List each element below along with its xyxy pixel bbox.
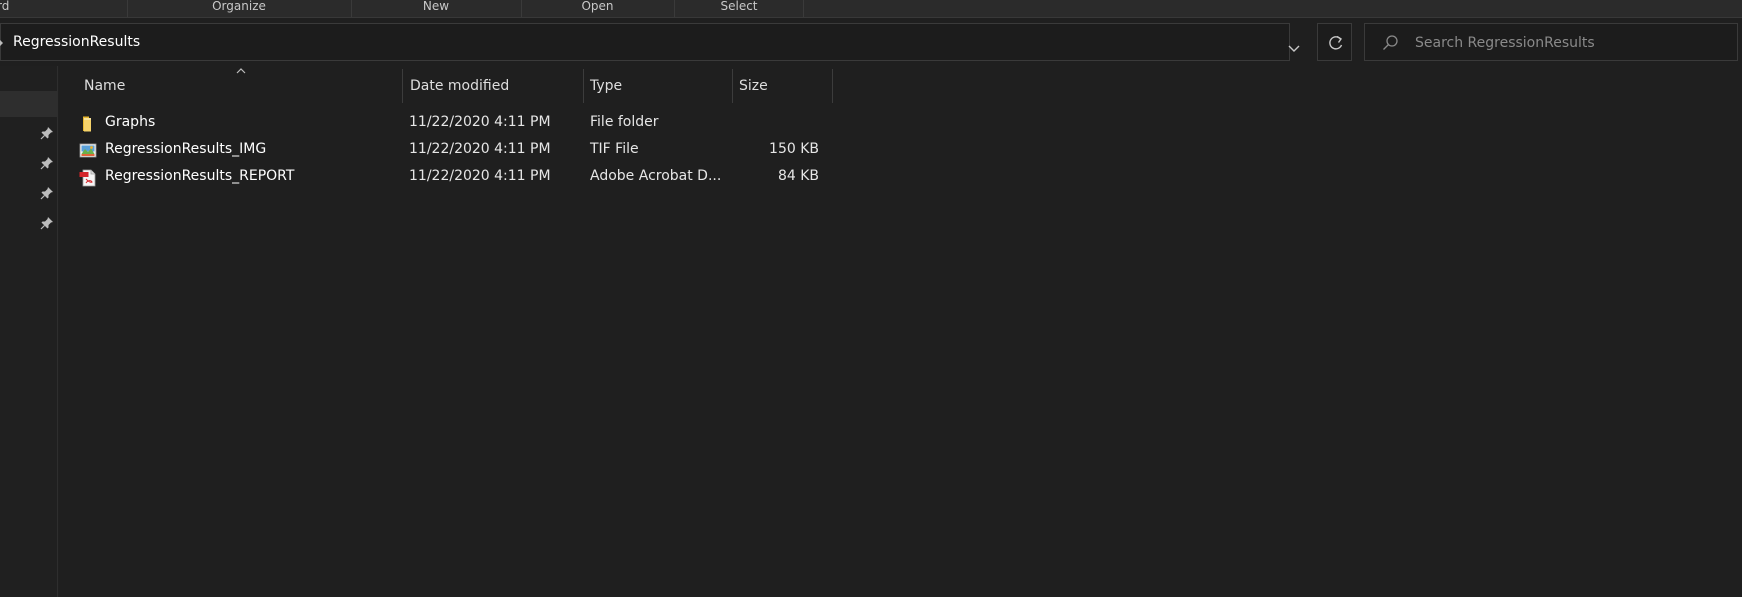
nav-selected-item[interactable] xyxy=(0,91,57,117)
ribbon-divider xyxy=(803,0,804,17)
ribbon-group-organize-label: Organize xyxy=(212,0,266,13)
address-history-dropdown-button[interactable] xyxy=(1280,29,1308,67)
refresh-icon xyxy=(1329,35,1343,50)
file-type: TIF File xyxy=(590,141,639,157)
search-box[interactable]: Search RegressionResults xyxy=(1364,23,1738,61)
pin-icon xyxy=(40,157,53,170)
column-divider[interactable] xyxy=(402,69,403,103)
pin-icon xyxy=(40,217,53,230)
navigation-pane[interactable] xyxy=(0,66,58,597)
file-size: 150 KB xyxy=(769,141,819,157)
file-size: 84 KB xyxy=(777,168,819,184)
file-row-regressionresults-report[interactable]: RegressionResults_REPORT 11/22/2020 4:11… xyxy=(79,164,879,191)
pin-icon xyxy=(40,127,53,140)
address-bar-row: RegressionResults Search RegressionResul… xyxy=(0,18,1742,66)
folder-icon xyxy=(83,116,91,132)
pdf-file-icon xyxy=(79,169,96,187)
address-bar[interactable]: RegressionResults xyxy=(0,23,1300,61)
ribbon-group-labels: rd Organize New Open Select xyxy=(0,0,1742,17)
ribbon-group-clipboard-label: rd xyxy=(0,0,10,13)
file-type: Adobe Acrobat D... xyxy=(590,168,722,184)
column-header-size[interactable]: Size xyxy=(739,71,829,101)
column-divider[interactable] xyxy=(732,69,733,103)
column-header-type[interactable]: Type xyxy=(590,71,730,101)
file-list[interactable]: Name Date modified Type Size Graphs 11/2… xyxy=(59,66,1742,597)
search-icon xyxy=(1383,35,1398,50)
breadcrumb-arrow-icon[interactable] xyxy=(0,39,3,47)
chevron-down-icon xyxy=(1288,45,1300,52)
ribbon-group-new-label: New xyxy=(422,0,450,13)
file-row-regressionresults-img[interactable]: RegressionResults_IMG 11/22/2020 4:11 PM… xyxy=(79,137,879,164)
breadcrumb-current-folder[interactable]: RegressionResults xyxy=(13,34,140,50)
file-row-graphs[interactable]: Graphs 11/22/2020 4:11 PM File folder xyxy=(79,110,879,137)
file-type: File folder xyxy=(590,114,659,130)
file-date-modified: 11/22/2020 4:11 PM xyxy=(409,114,551,130)
file-name: Graphs xyxy=(105,114,156,130)
column-divider[interactable] xyxy=(583,69,584,103)
ribbon-group-open-label: Open xyxy=(581,0,614,13)
file-date-modified: 11/22/2020 4:11 PM xyxy=(409,141,551,157)
ribbon-group-select-label: Select xyxy=(720,0,758,13)
file-name: RegressionResults_IMG xyxy=(105,141,267,157)
pin-icon xyxy=(40,187,53,200)
tif-image-icon xyxy=(79,143,97,158)
column-header-name[interactable]: Name xyxy=(84,71,399,101)
file-name: RegressionResults_REPORT xyxy=(105,168,295,184)
column-divider[interactable] xyxy=(832,69,833,103)
refresh-button[interactable] xyxy=(1317,23,1352,61)
column-header-date-modified[interactable]: Date modified xyxy=(410,71,580,101)
file-date-modified: 11/22/2020 4:11 PM xyxy=(409,168,551,184)
search-input[interactable]: Search RegressionResults xyxy=(1415,35,1595,51)
